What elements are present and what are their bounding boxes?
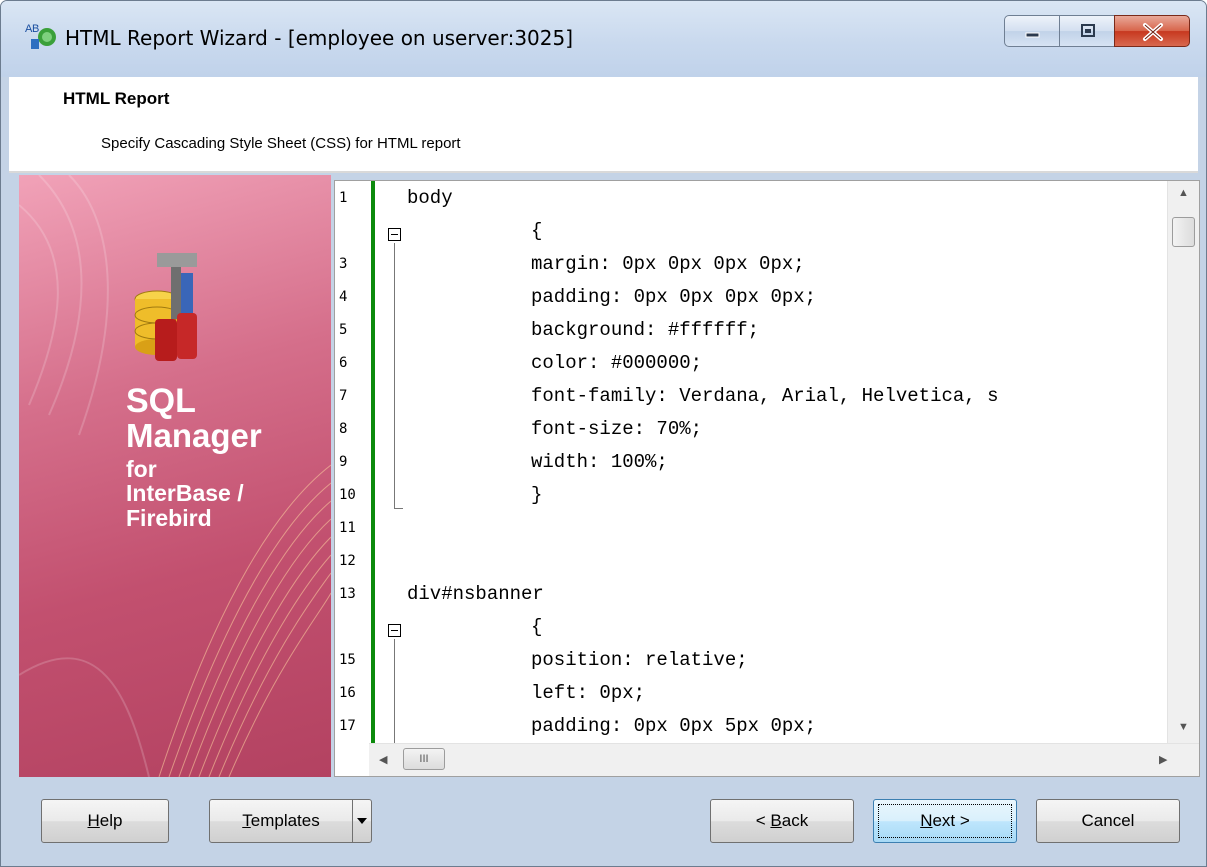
code-text: padding: 0px 0px 0px 0px; xyxy=(531,286,817,308)
templates-label: emplates xyxy=(250,811,320,830)
code-text: font-size: 70%; xyxy=(531,418,703,440)
line-number: 12 xyxy=(339,553,356,569)
scroll-right-arrow-icon[interactable]: ▶ xyxy=(1159,753,1167,766)
close-icon xyxy=(1143,23,1163,41)
back-accel: B xyxy=(770,811,782,830)
code-text: position: relative; xyxy=(531,649,748,671)
product-name-line2: Manager xyxy=(126,417,262,454)
code-text: div#nsbanner xyxy=(407,583,544,605)
code-line[interactable]: 6 color: #000000; xyxy=(335,352,1165,385)
product-name-line4: InterBase / xyxy=(126,480,244,506)
code-text: width: 100%; xyxy=(531,451,668,473)
code-text: { xyxy=(531,220,543,242)
line-number: 16 xyxy=(339,685,356,701)
product-name-line1: SQL xyxy=(126,382,196,420)
cancel-button[interactable]: Cancel xyxy=(1036,799,1180,843)
horizontal-scroll-thumb[interactable]: III xyxy=(403,748,445,770)
sql-manager-logo-icon xyxy=(134,253,197,361)
back-label: ack xyxy=(781,811,809,830)
scroll-down-arrow-icon[interactable]: ▼ xyxy=(1178,721,1189,733)
back-button[interactable]: < Back xyxy=(710,799,854,843)
code-text: padding: 0px 0px 5px 0px; xyxy=(531,715,817,737)
code-text: { xyxy=(531,616,543,638)
product-name-line5: Firebird xyxy=(126,505,212,531)
code-line[interactable]: 8 font-size: 70%; xyxy=(335,418,1165,451)
restore-button[interactable] xyxy=(1059,15,1115,47)
header-panel: HTML Report Specify Cascading Style Shee… xyxy=(9,77,1198,173)
line-number: 7 xyxy=(339,388,348,404)
dropdown-arrow-icon xyxy=(357,818,367,824)
horizontal-scrollbar[interactable]: ◀ III ▶ xyxy=(369,743,1199,776)
code-text: margin: 0px 0px 0px 0px; xyxy=(531,253,805,275)
wizard-window: A B HTML Report Wizard - [employee on us… xyxy=(0,0,1207,867)
help-button[interactable]: Help xyxy=(41,799,169,843)
page-subtitle: Specify Cascading Style Sheet (CSS) for … xyxy=(101,135,461,152)
code-text: font-family: Verdana, Arial, Helvetica, … xyxy=(531,385,999,407)
code-line[interactable]: 7 font-family: Verdana, Arial, Helvetica,… xyxy=(335,385,1165,418)
next-button[interactable]: Next > xyxy=(873,799,1017,843)
code-line[interactable]: 12 xyxy=(335,550,1165,583)
minimize-icon xyxy=(1025,32,1040,38)
button-bar: Help Templates < Back Next > Cancel xyxy=(1,777,1206,866)
vertical-scrollbar[interactable]: ▲ ▼ xyxy=(1167,181,1199,743)
help-accel: H xyxy=(87,811,100,830)
minimize-button[interactable] xyxy=(1004,15,1060,47)
close-button[interactable] xyxy=(1114,15,1190,47)
line-number: 10 xyxy=(339,487,356,503)
header-divider xyxy=(9,171,1198,173)
line-number: 11 xyxy=(339,520,356,536)
line-number: 4 xyxy=(339,289,348,305)
line-number: 1 xyxy=(339,190,348,206)
app-icon: A B xyxy=(25,23,56,49)
line-number: 3 xyxy=(339,256,348,272)
code-line[interactable]: { xyxy=(335,616,1165,649)
templates-dropdown-button[interactable] xyxy=(352,799,372,843)
code-line[interactable]: 4 padding: 0px 0px 0px 0px; xyxy=(335,286,1165,319)
code-line[interactable]: 10} xyxy=(335,484,1165,517)
line-number: 5 xyxy=(339,322,348,338)
scroll-up-arrow-icon[interactable]: ▲ xyxy=(1178,187,1189,199)
product-banner: SQL Manager for InterBase / Firebird xyxy=(19,175,331,777)
focus-rectangle xyxy=(878,804,1012,838)
back-prefix: < xyxy=(755,811,771,830)
code-line[interactable]: 17 padding: 0px 0px 5px 0px; xyxy=(335,715,1165,743)
scroll-left-arrow-icon[interactable]: ◀ xyxy=(379,753,387,766)
line-number: 6 xyxy=(339,355,348,371)
line-number: 15 xyxy=(339,652,356,668)
line-number: 17 xyxy=(339,718,356,734)
templates-button[interactable]: Templates xyxy=(209,799,353,843)
code-text: left: 0px; xyxy=(531,682,646,704)
fold-collapse-icon[interactable] xyxy=(388,228,401,241)
code-line[interactable]: 15 position: relative; xyxy=(335,649,1165,682)
vertical-scroll-thumb[interactable] xyxy=(1172,217,1195,247)
page-title: HTML Report xyxy=(63,89,170,108)
code-line[interactable]: 13 div#nsbanner xyxy=(335,583,1165,616)
product-name: SQL Manager for InterBase / Firebird xyxy=(126,383,262,531)
restore-icon xyxy=(1081,24,1095,37)
svg-text:B: B xyxy=(32,23,39,35)
code-line[interactable]: 5 background: #ffffff; xyxy=(335,319,1165,352)
code-text: } xyxy=(531,484,543,506)
code-text: background: #ffffff; xyxy=(531,319,760,341)
product-name-line3: for xyxy=(126,456,157,482)
help-label: elp xyxy=(99,811,123,830)
code-line[interactable]: 11 xyxy=(335,517,1165,550)
code-text: body xyxy=(407,187,453,209)
css-editor[interactable]: 1 body { 3 margin: 0px 0px 0px 0px; 4 paddi… xyxy=(334,180,1200,777)
line-number: 8 xyxy=(339,421,348,437)
code-line[interactable]: 16 left: 0px; xyxy=(335,682,1165,715)
code-text: color: #000000; xyxy=(531,352,703,374)
window-title: HTML Report Wizard - [employee on userve… xyxy=(65,26,574,50)
code-line[interactable]: { xyxy=(335,220,1165,253)
code-line[interactable]: 3 margin: 0px 0px 0px 0px; xyxy=(335,253,1165,286)
code-line[interactable]: 1 body xyxy=(335,187,1165,220)
line-number: 9 xyxy=(339,454,348,470)
code-line[interactable]: 9 width: 100%; xyxy=(335,451,1165,484)
templates-accel: T xyxy=(242,811,251,830)
line-number: 13 xyxy=(339,586,356,602)
fold-collapse-icon[interactable] xyxy=(388,624,401,637)
title-bar[interactable]: A B HTML Report Wizard - [employee on us… xyxy=(1,1,1206,77)
